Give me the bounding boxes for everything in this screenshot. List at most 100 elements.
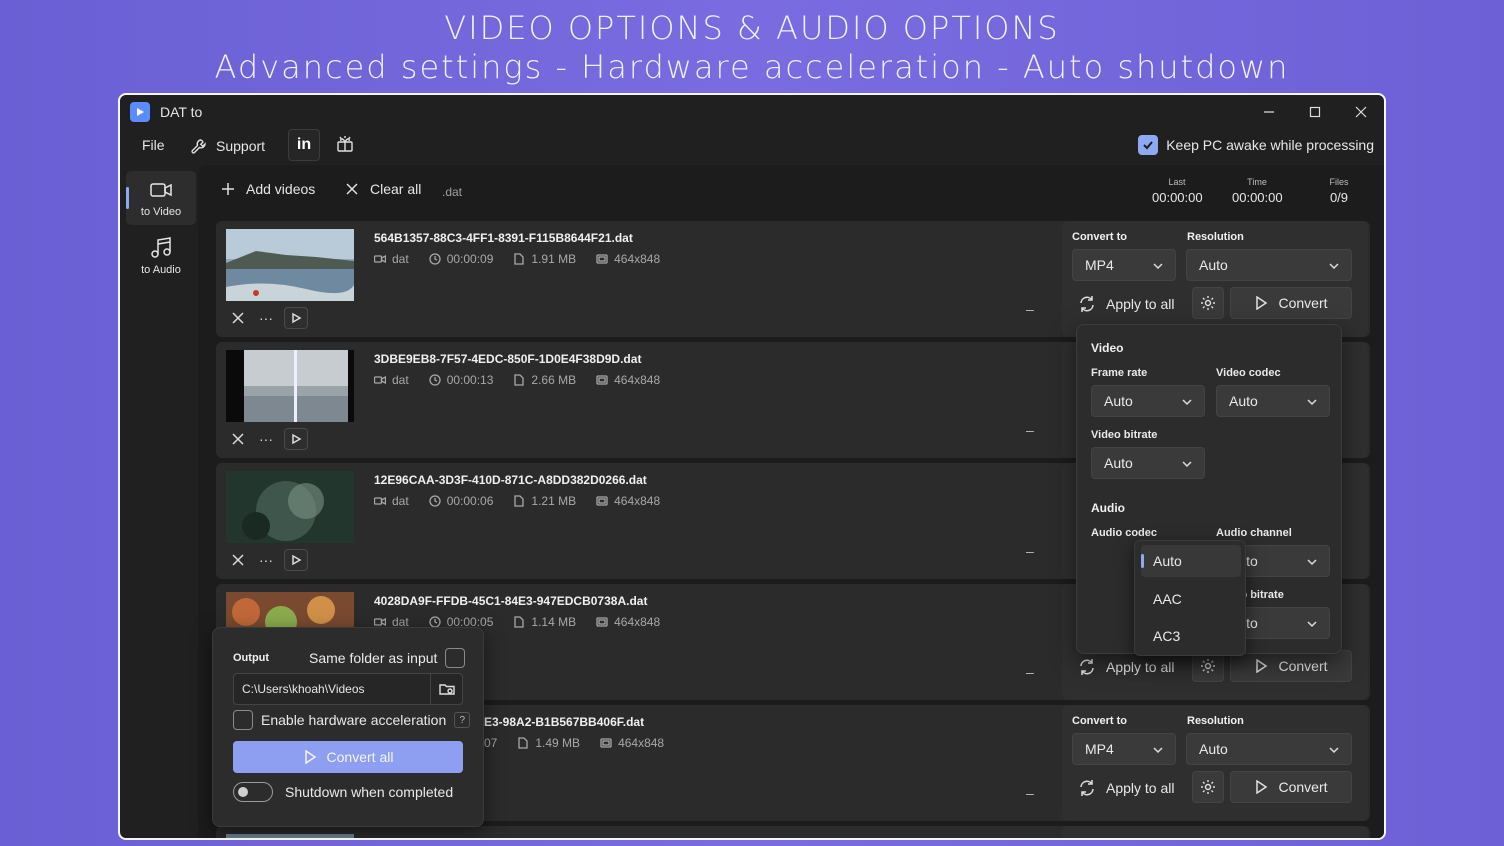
convert-button[interactable]: Convert [1230, 771, 1352, 803]
stat-key: Time [1247, 177, 1267, 187]
file-name: 4028DA9F-FFDB-45C1-84E3-947EDCB0738A.dat [374, 594, 648, 608]
frame-rate-label: Frame rate [1091, 367, 1148, 379]
menu-file[interactable]: File [142, 137, 165, 153]
same-folder-checkbox[interactable] [445, 648, 466, 668]
add-videos-label: Add videos [246, 181, 316, 197]
settings-button[interactable] [1192, 287, 1224, 319]
help-icon[interactable]: ? [454, 712, 471, 728]
stat-last: Last 00:00:00 [1152, 177, 1203, 205]
hardware-acceleration-option[interactable]: Enable hardware acceleration ? [233, 710, 471, 730]
more-icon[interactable]: ··· [256, 429, 276, 449]
menu-bar: File Support in Keep PC awake while proc… [120, 129, 1384, 165]
video-bitrate-label: Video bitrate [1091, 429, 1158, 441]
meta-size: 1.14 MB [513, 615, 576, 629]
file-name: E3-98A2-B1B567BB406F.dat [484, 715, 645, 729]
file-row[interactable] [216, 826, 1370, 838]
progress-dash: – [1026, 543, 1034, 559]
add-videos-button[interactable]: Add videos [220, 181, 315, 197]
resolution-value: Auto [1199, 257, 1228, 273]
play-icon[interactable] [284, 307, 308, 329]
progress-dash: – [1026, 422, 1034, 438]
meta-size-value: 1.14 MB [531, 615, 577, 629]
remove-icon[interactable] [228, 550, 248, 570]
chevron-down-icon [1153, 745, 1163, 755]
audio-codec-option-auto[interactable]: Auto [1141, 545, 1241, 577]
resolution-label: Resolution [1187, 715, 1244, 727]
chevron-down-icon [1329, 261, 1339, 271]
convert-button[interactable]: Convert [1230, 650, 1352, 682]
more-icon[interactable]: ··· [256, 550, 276, 570]
hardware-acceleration-checkbox[interactable] [233, 710, 253, 730]
resolution-icon [596, 375, 608, 385]
audio-codec-option-ac3[interactable]: AC3 [1141, 620, 1241, 652]
apply-to-all-label: Apply to all [1106, 780, 1175, 796]
shutdown-toggle[interactable] [233, 782, 273, 802]
format-dropdown[interactable]: MP4 [1072, 733, 1176, 765]
file-row[interactable]: 564B1357-88C3-4FF1-8391-F115B8644F21.dat… [216, 221, 1370, 337]
chevron-down-icon [1153, 261, 1163, 271]
apply-to-all-button[interactable]: Apply to all [1078, 658, 1174, 676]
frame-rate-dropdown[interactable]: Auto [1091, 385, 1205, 417]
sidebar: to Video to Audio [120, 167, 198, 838]
sidebar-item-to-audio[interactable]: to Audio [126, 229, 196, 283]
resolution-dropdown[interactable]: Auto [1186, 733, 1352, 765]
clock-icon [429, 253, 441, 265]
extras-button[interactable] [336, 135, 354, 153]
maximize-button[interactable] [1292, 99, 1338, 125]
keep-awake-option[interactable]: Keep PC awake while processing [1138, 135, 1374, 155]
audio-channel-label: Audio channel [1216, 527, 1292, 539]
meta-duration: 00:00:13 [429, 373, 494, 387]
play-icon[interactable] [284, 428, 308, 450]
music-note-icon [151, 237, 171, 258]
sidebar-item-to-video[interactable]: to Video [126, 171, 196, 225]
app-logo-icon [130, 102, 150, 122]
resolution-dropdown[interactable]: Auto [1186, 249, 1352, 281]
audio-heading: Audio [1091, 501, 1125, 515]
frame-rate-value: Auto [1104, 393, 1133, 409]
gear-icon [1201, 659, 1215, 673]
audio-codec-option-aac[interactable]: AAC [1141, 583, 1241, 615]
play-icon[interactable] [284, 549, 308, 571]
remove-icon[interactable] [228, 429, 248, 449]
convert-all-button[interactable]: Convert all [233, 741, 463, 773]
clear-all-button[interactable]: Clear all [344, 181, 421, 197]
meta-duration-value: 00:00:13 [446, 373, 494, 387]
output-path-field[interactable]: C:\Users\khoah\Videos [233, 673, 463, 705]
video-camera-icon [150, 183, 172, 197]
same-folder-option[interactable]: Same folder as input [309, 648, 466, 668]
meta-duration: 00:00:09 [429, 252, 493, 266]
keep-awake-checkbox[interactable] [1138, 135, 1159, 155]
shutdown-option[interactable]: Shutdown when completed [233, 782, 453, 802]
wrench-icon [191, 139, 206, 154]
more-icon[interactable]: ··· [256, 308, 276, 328]
apply-to-all-button[interactable]: Apply to all [1078, 295, 1174, 313]
linkedin-button[interactable]: in [288, 129, 320, 161]
apply-to-all-button[interactable]: Apply to all [1078, 779, 1174, 797]
video-bitrate-dropdown[interactable]: Auto [1091, 447, 1205, 479]
folder-icon [438, 684, 455, 695]
convert-panel: Convert to Resolution MP4 Auto Apply to … [1062, 221, 1368, 337]
file-name: 3DBE9EB8-7F57-4EDC-850F-1D0E4F38D9D.dat [374, 352, 642, 366]
browse-folder-button[interactable] [430, 674, 462, 704]
window-title: DAT to [160, 104, 203, 120]
convert-button[interactable]: Convert [1230, 287, 1352, 319]
output-path-value: C:\Users\khoah\Videos [242, 682, 365, 696]
plus-icon [222, 183, 234, 195]
remove-icon[interactable] [228, 308, 248, 328]
audio-codec-list: Auto AAC AC3 [1134, 540, 1246, 656]
stat-key: Files [1329, 177, 1349, 187]
format-dropdown[interactable]: MP4 [1072, 249, 1176, 281]
close-button[interactable] [1338, 99, 1384, 125]
resolution-icon [600, 738, 612, 748]
video-codec-dropdown[interactable]: Auto [1216, 385, 1330, 417]
settings-button[interactable] [1192, 771, 1224, 803]
minimize-button[interactable] [1246, 99, 1292, 125]
play-icon [1256, 296, 1268, 310]
menu-support[interactable]: Support [190, 137, 265, 155]
video-codec-label: Video codec [1216, 367, 1281, 379]
keep-awake-label: Keep PC awake while processing [1166, 137, 1374, 153]
meta-resolution-value: 464x848 [614, 494, 661, 508]
meta-format-value: dat [392, 373, 409, 387]
video-codec-value: Auto [1229, 393, 1258, 409]
file-meta: dat 00:00:09 1.91 MB 464x848 [374, 252, 660, 266]
